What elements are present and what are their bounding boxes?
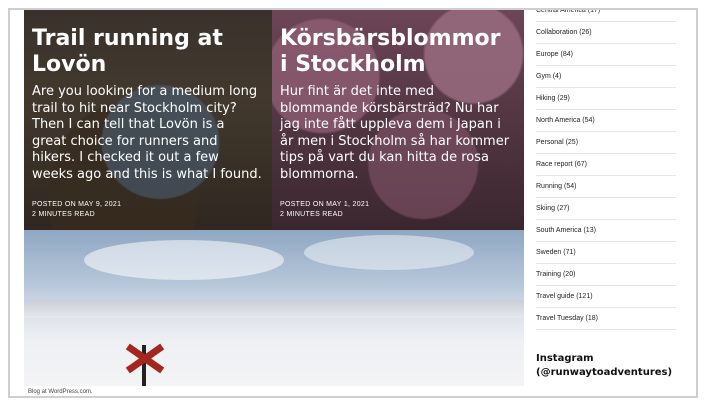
category-item[interactable]: Sweden (71) [536,242,676,264]
post-meta: Posted on May 1, 2021 2 minutes read [280,200,369,220]
category-item[interactable]: Europe (84) [536,44,676,66]
post-read-time: 2 minutes read [280,211,343,218]
category-item[interactable]: Central America (17) [536,10,676,22]
category-item[interactable]: Race report (67) [536,154,676,176]
snowy-hills [24,300,524,318]
browser-viewport: Trail running at Lovön Are you looking f… [8,8,698,398]
post-date[interactable]: Posted on May 1, 2021 [280,200,369,210]
post-excerpt: Are you looking for a medium long trail … [32,84,262,182]
post-card-cherry-blossoms[interactable]: Körsbärsblommor i Stockholm Hur fint är … [272,10,524,230]
footer-credit[interactable]: Blog at WordPress.com. [24,386,524,396]
trail-cross-sign [124,335,165,390]
category-item[interactable]: Travel guide (121) [536,286,676,308]
category-item[interactable]: Training (20) [536,264,676,286]
post-date[interactable]: Posted on May 9, 2021 [32,200,121,210]
sidebar: Central America (17) Collaboration (26) Eu… [536,10,676,390]
post-card-skiing-image[interactable] [24,230,524,390]
instagram-widget-title: Instagram (@runwaytoadventures) [536,353,673,378]
post-meta: Posted on May 9, 2021 2 minutes read [32,200,121,220]
category-item[interactable]: Gym (4) [536,66,676,88]
post-grid: Trail running at Lovön Are you looking f… [24,10,524,390]
post-title[interactable]: Körsbärsblommor i Stockholm [280,26,514,78]
post-title[interactable]: Trail running at Lovön [32,26,262,78]
cloud [304,235,474,270]
category-list: Central America (17) Collaboration (26) Eu… [536,10,676,330]
post-excerpt: Hur fint är det inte med blommande körsb… [280,84,510,182]
category-item[interactable]: Skiing (27) [536,198,676,220]
category-item[interactable]: Travel Tuesday (18) [536,308,676,330]
category-item[interactable]: South America (13) [536,220,676,242]
post-card-trail-running[interactable]: Trail running at Lovön Are you looking f… [24,10,272,230]
category-item[interactable]: North America (54) [536,110,676,132]
category-item[interactable]: Collaboration (26) [536,22,676,44]
category-item[interactable]: Hiking (29) [536,88,676,110]
category-item[interactable]: Running (54) [536,176,676,198]
cloud [84,240,284,280]
post-read-time: 2 minutes read [32,211,95,218]
category-item[interactable]: Personal (25) [536,132,676,154]
